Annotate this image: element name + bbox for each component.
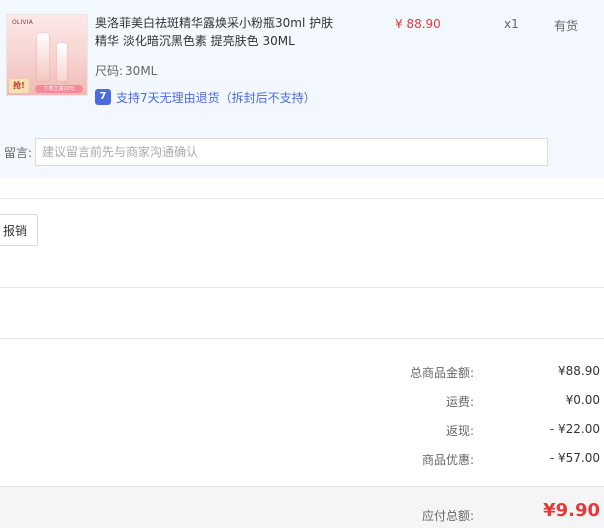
seven-day-return-icon: 7	[95, 89, 111, 105]
total-bar: 应付总额: ¥9.90	[0, 486, 604, 528]
thumbnail-promo: 下单立减20元	[35, 85, 83, 93]
subtotal-value: ¥88.90	[558, 364, 600, 378]
thumbnail-brand: OLIVIA	[12, 19, 34, 26]
total-label: 应付总额:	[421, 509, 474, 523]
product-thumbnail[interactable]: OLIVIA 抢! 下单立减20元	[6, 14, 88, 96]
return-policy: 7 支持7天无理由退货（拆封后不支持）	[95, 89, 316, 105]
size-value: 30ML	[125, 64, 158, 78]
order-confirmation-page: OLIVIA 抢! 下单立减20元 奥洛菲美白祛斑精华露焕采小粉瓶30ml 护肤…	[0, 0, 604, 528]
subtotal-label: 总商品金额:	[409, 366, 474, 380]
invoice-reimburse-button[interactable]: 报销	[0, 214, 38, 246]
thumbnail-stamp: 抢!	[9, 79, 29, 93]
total-value: ¥9.90	[543, 500, 600, 521]
summary-row-shipping: 运费: ¥0.00	[0, 393, 604, 411]
bottle-graphic	[37, 33, 49, 81]
stock-status: 有货	[554, 19, 579, 33]
divider	[0, 338, 604, 339]
discount-value: - ¥57.00	[549, 451, 600, 465]
bottle-graphic-secondary	[57, 43, 67, 81]
product-title[interactable]: 奥洛菲美白祛斑精华露焕采小粉瓶30ml 护肤精华 淡化暗沉黑色素 提亮肤色 30…	[95, 14, 345, 50]
product-size: 尺码: 30ML	[95, 62, 157, 79]
message-label: 留言:	[4, 146, 33, 160]
return-policy-text: 支持7天无理由退货（拆封后不支持）	[116, 90, 316, 105]
product-price: ¥ 88.90	[395, 17, 441, 31]
divider	[0, 198, 604, 199]
divider	[0, 287, 604, 288]
product-item-block: OLIVIA 抢! 下单立减20元 奥洛菲美白祛斑精华露焕采小粉瓶30ml 护肤…	[0, 0, 604, 178]
message-input[interactable]	[35, 138, 548, 166]
summary-row-subtotal: 总商品金额: ¥88.90	[0, 364, 604, 382]
summary-row-cashback: 返现: - ¥22.00	[0, 422, 604, 440]
cashback-value: - ¥22.00	[549, 422, 600, 436]
product-quantity: x1	[504, 17, 519, 31]
cashback-label: 返现:	[445, 424, 474, 438]
size-label: 尺码:	[95, 64, 124, 78]
discount-label: 商品优惠:	[421, 453, 474, 467]
shipping-label: 运费:	[445, 395, 474, 409]
shipping-value: ¥0.00	[565, 393, 600, 407]
summary-row-discount: 商品优惠: - ¥57.00	[0, 451, 604, 469]
